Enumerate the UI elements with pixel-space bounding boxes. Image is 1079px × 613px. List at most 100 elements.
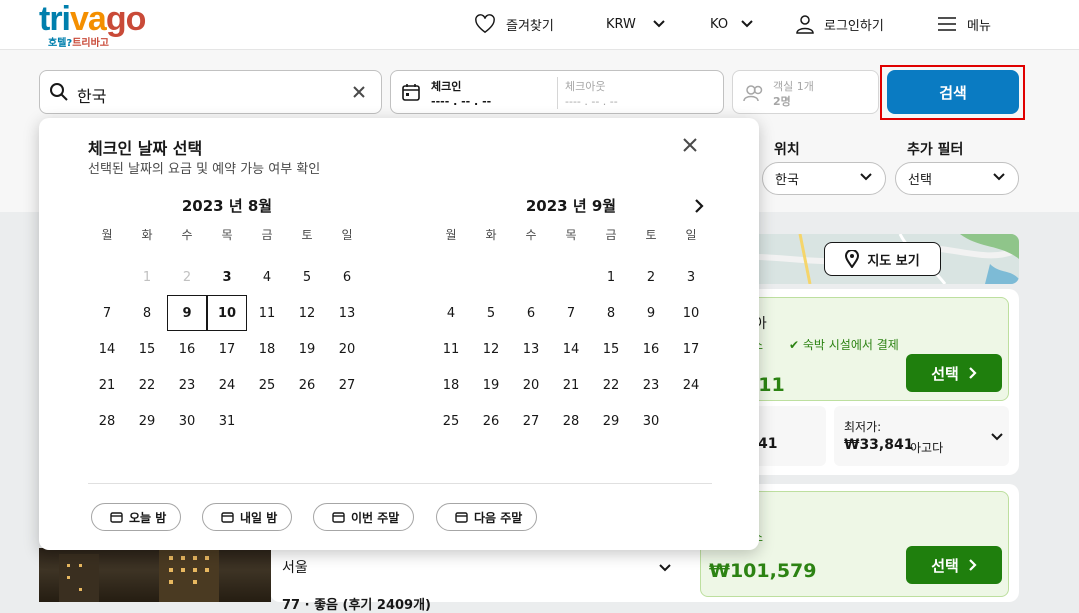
calendar-day[interactable]: 27 bbox=[327, 367, 367, 403]
calendar-day[interactable]: 9 bbox=[167, 295, 207, 331]
calendar-day[interactable]: 23 bbox=[631, 367, 671, 403]
clear-icon[interactable] bbox=[353, 86, 365, 98]
calendar-day[interactable]: 24 bbox=[671, 367, 711, 403]
favorites-link[interactable]: 즐겨찾기 bbox=[474, 13, 554, 35]
calendar-empty-cell bbox=[551, 259, 591, 295]
calendar-day[interactable]: 1 bbox=[591, 259, 631, 295]
chevron-down-icon bbox=[659, 564, 671, 572]
calendar-day[interactable]: 21 bbox=[87, 367, 127, 403]
date-range-picker[interactable]: 체크인 ---- . -- . -- 체크아웃 ---- . -- . -- bbox=[390, 70, 724, 114]
calendar-icon bbox=[221, 512, 234, 523]
weekday-header: 목 bbox=[221, 227, 233, 242]
calendar-day[interactable]: 30 bbox=[631, 403, 671, 439]
more-filters[interactable]: 선택 bbox=[895, 162, 1019, 195]
lowest-price-box[interactable]: 최저가: ₩33,841 아고다 bbox=[834, 406, 1009, 466]
calendar-day[interactable]: 31 bbox=[207, 403, 247, 439]
menu-button[interactable]: 메뉴 bbox=[938, 13, 991, 35]
calendar-day[interactable]: 27 bbox=[511, 403, 551, 439]
calendar-day[interactable]: 25 bbox=[431, 403, 471, 439]
trivago-logo[interactable]: trivago 호텔?트리바고 bbox=[39, 2, 146, 49]
calendar-day[interactable]: 21 bbox=[551, 367, 591, 403]
calendar-day[interactable]: 12 bbox=[287, 295, 327, 331]
calendar-day[interactable]: 8 bbox=[127, 295, 167, 331]
calendar-day[interactable]: 18 bbox=[247, 331, 287, 367]
calendar-day[interactable]: 13 bbox=[327, 295, 367, 331]
weekday-header: 일 bbox=[341, 227, 353, 242]
calendar-day[interactable]: 6 bbox=[327, 259, 367, 295]
calendar-day[interactable]: 4 bbox=[247, 259, 287, 295]
currency-selector[interactable]: KRW bbox=[606, 13, 666, 35]
calendar-day[interactable]: 10 bbox=[207, 295, 247, 331]
calendar-day[interactable]: 8 bbox=[591, 295, 631, 331]
calendar-day[interactable]: 7 bbox=[551, 295, 591, 331]
popup-title: 체크인 날짜 선택 bbox=[88, 139, 203, 158]
calendar-day[interactable]: 15 bbox=[591, 331, 631, 367]
calendar-day[interactable]: 29 bbox=[127, 403, 167, 439]
calendar-day[interactable]: 12 bbox=[471, 331, 511, 367]
calendar-day[interactable]: 11 bbox=[247, 295, 287, 331]
calendar-day[interactable]: 16 bbox=[631, 331, 671, 367]
calendar-day[interactable]: 29 bbox=[591, 403, 631, 439]
calendar-day[interactable]: 20 bbox=[327, 331, 367, 367]
chevron-right-icon bbox=[969, 367, 977, 379]
calendar-day[interactable]: 19 bbox=[471, 367, 511, 403]
search-button[interactable]: 검색 bbox=[887, 70, 1019, 114]
calendar-day[interactable]: 3 bbox=[671, 259, 711, 295]
guests-selector[interactable]: 객실 1개 2명 bbox=[732, 70, 879, 114]
weekday-header: 금 bbox=[261, 227, 273, 242]
calendar-day[interactable]: 5 bbox=[471, 295, 511, 331]
select-label: 선택 bbox=[931, 556, 959, 575]
hotel-rating: 77 · 좋음 (후기 2409개) bbox=[282, 598, 431, 613]
calendar-day[interactable]: 14 bbox=[551, 331, 591, 367]
quick-this-weekend-button[interactable]: 이번 주말 bbox=[313, 503, 415, 531]
calendar-day[interactable]: 26 bbox=[471, 403, 511, 439]
calendar-day[interactable]: 30 bbox=[167, 403, 207, 439]
calendar-day[interactable]: 14 bbox=[87, 331, 127, 367]
calendar-day[interactable]: 11 bbox=[431, 331, 471, 367]
calendar-icon bbox=[110, 512, 123, 523]
calendar-day[interactable]: 28 bbox=[87, 403, 127, 439]
calendar-day[interactable]: 9 bbox=[631, 295, 671, 331]
login-link[interactable]: 로그인하기 bbox=[795, 13, 884, 35]
calendar-day[interactable]: 3 bbox=[207, 259, 247, 295]
hotel-photo[interactable] bbox=[39, 548, 271, 602]
close-icon[interactable] bbox=[682, 137, 698, 153]
map-view-button[interactable]: 지도 보기 bbox=[824, 242, 941, 276]
calendar-day[interactable]: 7 bbox=[87, 295, 127, 331]
calendar-day[interactable]: 24 bbox=[207, 367, 247, 403]
calendar-day[interactable]: 22 bbox=[127, 367, 167, 403]
calendar-day[interactable]: 18 bbox=[431, 367, 471, 403]
calendar-day[interactable]: 25 bbox=[247, 367, 287, 403]
currency-label: KRW bbox=[606, 16, 636, 32]
calendar-day[interactable]: 28 bbox=[551, 403, 591, 439]
destination-input[interactable]: 한국 bbox=[39, 70, 382, 114]
quick-tonight-button[interactable]: 오늘 밤 bbox=[91, 503, 182, 531]
calendar-day[interactable]: 2 bbox=[631, 259, 671, 295]
checkout-value: ---- . -- . -- bbox=[565, 95, 618, 108]
calendar-day[interactable]: 22 bbox=[591, 367, 631, 403]
calendar-icon bbox=[402, 84, 420, 101]
quick-tomorrow-button[interactable]: 내일 밤 bbox=[202, 503, 293, 531]
lowest-price-value: ₩33,841 bbox=[844, 437, 914, 453]
calendar-day[interactable]: 17 bbox=[207, 331, 247, 367]
calendar-day[interactable]: 6 bbox=[511, 295, 551, 331]
calendar-day[interactable]: 26 bbox=[287, 367, 327, 403]
calendar-day[interactable]: 15 bbox=[127, 331, 167, 367]
calendar-day[interactable]: 16 bbox=[167, 331, 207, 367]
destination-value: 한국 bbox=[77, 87, 107, 106]
language-selector[interactable]: KO bbox=[710, 13, 754, 35]
quick-next-weekend-button[interactable]: 다음 주말 bbox=[436, 503, 538, 531]
select-deal-button[interactable]: 선택 bbox=[906, 354, 1002, 392]
calendar-day[interactable]: 4 bbox=[431, 295, 471, 331]
location-filter[interactable]: 한국 bbox=[762, 162, 886, 195]
calendar-day[interactable]: 17 bbox=[671, 331, 711, 367]
calendar-day[interactable]: 23 bbox=[167, 367, 207, 403]
calendar-day[interactable]: 19 bbox=[287, 331, 327, 367]
select-deal-button[interactable]: 선택 bbox=[906, 546, 1002, 584]
calendar-day[interactable]: 10 bbox=[671, 295, 711, 331]
chevron-right-icon[interactable] bbox=[691, 198, 707, 214]
calendar-day[interactable]: 13 bbox=[511, 331, 551, 367]
calendar-day[interactable]: 20 bbox=[511, 367, 551, 403]
calendar-day[interactable]: 5 bbox=[287, 259, 327, 295]
date-divider bbox=[557, 77, 558, 109]
